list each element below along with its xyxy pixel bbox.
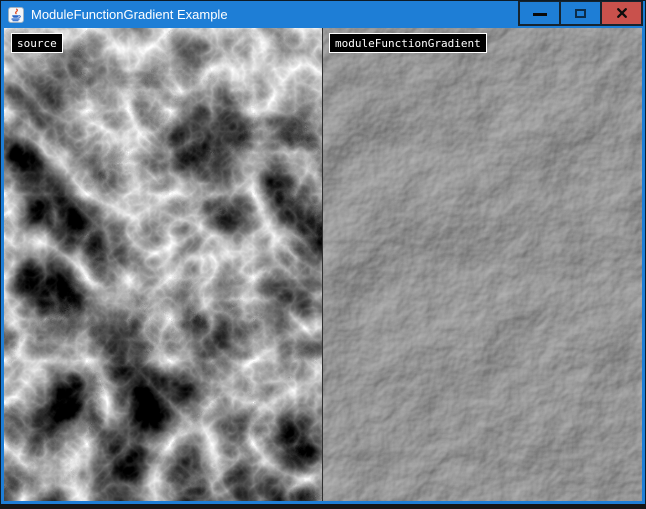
minimize-button[interactable]: [518, 1, 561, 26]
source-label: source: [11, 33, 63, 53]
maximize-button[interactable]: [559, 1, 602, 26]
maximize-icon: [575, 9, 586, 18]
close-icon: [616, 7, 628, 19]
window-controls: [518, 1, 643, 27]
close-button[interactable]: [600, 1, 643, 26]
source-noise-image: [4, 28, 322, 501]
panel-module-function-gradient: moduleFunctionGradient: [323, 28, 642, 501]
java-coffee-cup-icon: [8, 7, 24, 23]
window-title: ModuleFunctionGradient Example: [31, 7, 228, 22]
titlebar[interactable]: ModuleFunctionGradient Example: [0, 1, 646, 28]
module-function-gradient-label: moduleFunctionGradient: [329, 33, 487, 53]
app-window: ModuleFunctionGradient Example: [0, 0, 646, 509]
desktop-shadow-strip: [0, 504, 646, 509]
panel-source: source: [4, 28, 322, 501]
gradient-noise-image: [323, 28, 642, 501]
minimize-icon: [533, 13, 547, 16]
window-content: source moduleFunctionGradient: [0, 28, 646, 501]
